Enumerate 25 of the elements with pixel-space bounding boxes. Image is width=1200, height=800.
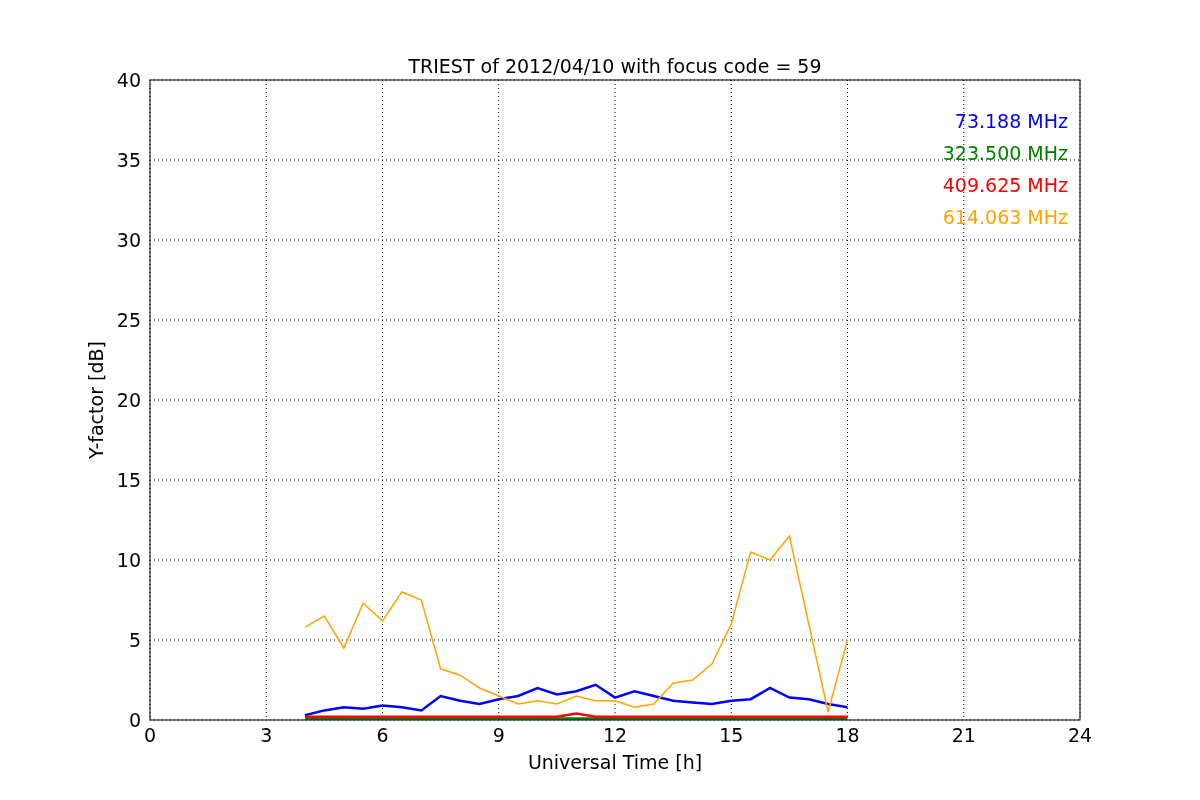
x-tick-label: 3 — [260, 724, 273, 746]
x-tick-label: 12 — [602, 724, 628, 746]
y-tick-label: 35 — [116, 149, 141, 171]
y-tick-label: 5 — [128, 629, 141, 651]
x-tick-label: 6 — [376, 724, 389, 746]
legend-label: 409.625 MHz — [942, 174, 1068, 196]
x-tick-label: 18 — [835, 724, 860, 746]
legend-label: 73.188 MHz — [954, 110, 1068, 132]
x-axis-label: Universal Time [h] — [527, 751, 703, 773]
y-tick-label: 15 — [116, 469, 141, 491]
chart-title: TRIEST of 2012/04/10 with focus code = 59 — [408, 55, 822, 77]
x-tick-label: 21 — [951, 724, 976, 746]
y-axis-label: Y-factor [dB] — [85, 341, 107, 459]
x-tick-label: 24 — [1067, 724, 1093, 746]
legend-label: 614.063 MHz — [942, 206, 1068, 228]
y-tick-label: 25 — [116, 309, 141, 331]
y-tick-label: 10 — [116, 549, 141, 571]
y-tick-label: 40 — [116, 69, 141, 91]
legend-label: 323.500 MHz — [942, 142, 1068, 164]
x-tick-label: 9 — [492, 724, 505, 746]
x-tick-label: 15 — [719, 724, 744, 746]
y-tick-label: 0 — [128, 709, 141, 731]
x-tick-label: 0 — [143, 724, 157, 746]
y-tick-label: 20 — [116, 389, 141, 411]
y-tick-label: 30 — [116, 229, 141, 251]
